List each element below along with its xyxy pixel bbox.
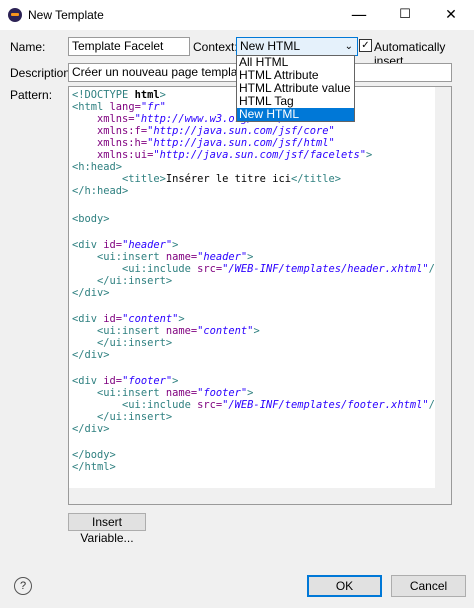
code-line: <body>	[72, 213, 110, 225]
pattern-label: Pattern:	[10, 88, 53, 102]
context-select-value: New HTML	[240, 39, 301, 53]
code-line: xmlns:f="http://java.sun.com/jsf/core"	[72, 125, 335, 137]
ok-button[interactable]: OK	[307, 575, 382, 597]
code-line: <!DOCTYPE html>	[72, 89, 166, 101]
code-line: <div id="footer">	[72, 375, 179, 387]
pattern-editor[interactable]: <!DOCTYPE html> <html lang="fr" xmlns="h…	[68, 86, 452, 505]
code-line: xmlns:h="http://java.sun.com/jsf/html"	[72, 137, 335, 149]
title-bar: New Template — ☐ ✕	[0, 0, 474, 30]
cancel-button[interactable]: Cancel	[391, 575, 466, 597]
name-label: Name:	[10, 40, 46, 54]
vertical-scrollbar[interactable]	[435, 87, 451, 488]
code-line: </html>	[72, 461, 116, 473]
chevron-down-icon: ⌄	[344, 41, 353, 52]
auto-insert-checkbox[interactable]: ✓	[359, 39, 372, 52]
name-field[interactable]: Template Facelet	[68, 37, 190, 56]
code-line: <ui:insert name="footer">	[72, 387, 254, 399]
horizontal-scrollbar[interactable]	[69, 488, 435, 504]
description-label: Description:	[10, 66, 74, 80]
code-line: <ui:insert name="header">	[72, 251, 254, 263]
context-select[interactable]: New HTML ⌄	[236, 37, 358, 56]
scrollbar-corner	[435, 488, 451, 504]
insert-variable-button[interactable]: Insert Variable...	[68, 513, 146, 545]
code-line: </div>	[72, 423, 110, 435]
context-dropdown-list[interactable]: All HTML HTML Attribute HTML Attribute v…	[236, 55, 355, 122]
code-line: <ui:include src="/WEB-INF/templates/foot…	[72, 399, 441, 411]
window-title: New Template	[28, 8, 104, 22]
close-button[interactable]: ✕	[428, 0, 474, 30]
code-line: </ui:insert>	[72, 337, 173, 349]
context-option-new-html[interactable]: New HTML	[237, 108, 354, 121]
context-label: Context:	[193, 40, 238, 54]
code-line: </ui:insert>	[72, 275, 173, 287]
minimize-button[interactable]: —	[336, 0, 382, 30]
code-line: </ui:insert>	[72, 411, 173, 423]
code-line: xmlns:ui="http://java.sun.com/jsf/facele…	[72, 149, 373, 161]
code-line: </body>	[72, 449, 116, 461]
eclipse-logo-icon	[8, 8, 22, 22]
code-line: </h:head>	[72, 185, 129, 197]
code-line: <div id="content">	[72, 313, 185, 325]
code-line: <div id="header">	[72, 239, 179, 251]
code-line: </div>	[72, 349, 110, 361]
help-icon[interactable]: ?	[14, 577, 32, 595]
code-line: <ui:insert name="content">	[72, 325, 260, 337]
code-line: <html lang="fr"	[72, 101, 166, 113]
code-line: <h:head>	[72, 161, 123, 173]
code-line: </div>	[72, 287, 110, 299]
code-line: <title>Insérer le titre ici</title>	[72, 173, 342, 185]
maximize-button[interactable]: ☐	[382, 0, 428, 30]
code-line: <ui:include src="/WEB-INF/templates/head…	[72, 263, 441, 275]
